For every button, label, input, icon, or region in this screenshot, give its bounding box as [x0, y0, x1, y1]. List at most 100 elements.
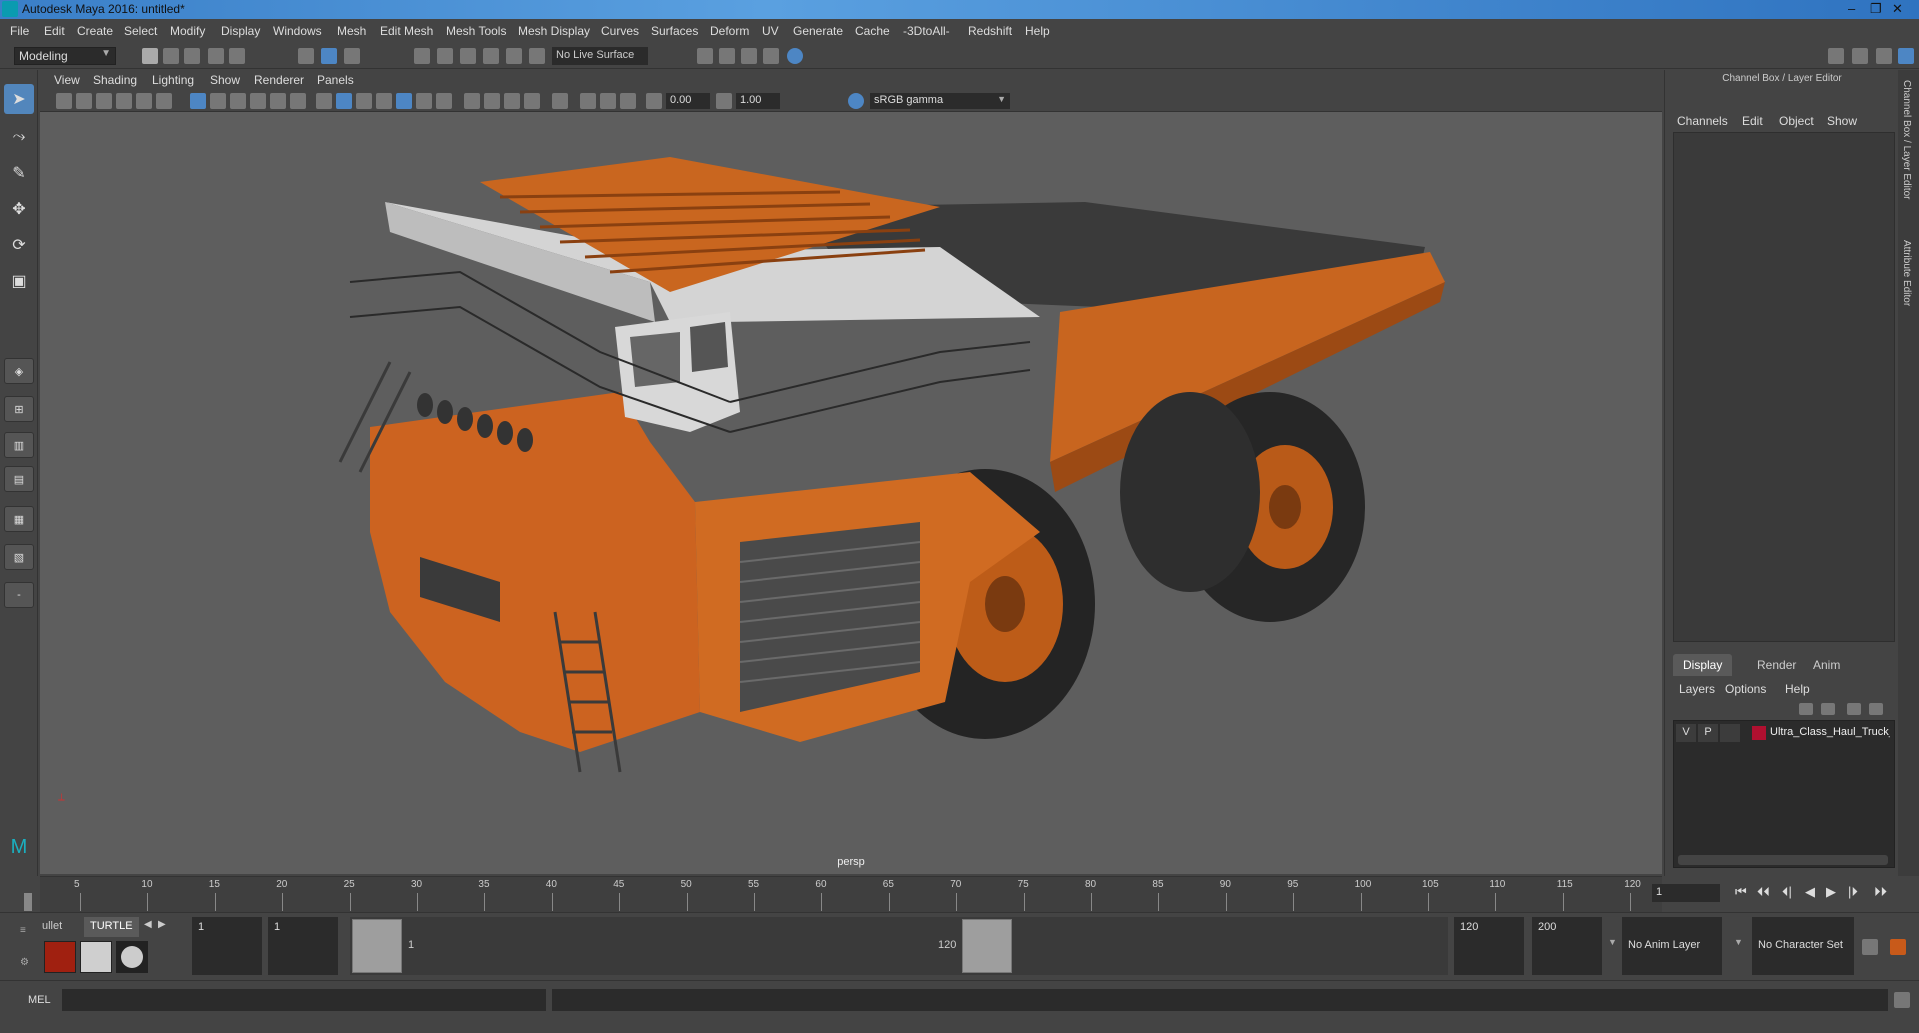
snap-curve-icon[interactable]	[437, 48, 453, 64]
current-time-marker[interactable]	[24, 893, 32, 911]
redo-icon[interactable]	[229, 48, 245, 64]
snap-live-icon[interactable]	[506, 48, 522, 64]
menu-mesh-tools[interactable]: Mesh Tools	[446, 24, 506, 38]
mode-select[interactable]: Modeling ▼	[14, 47, 116, 65]
menu-select[interactable]: Select	[124, 24, 157, 38]
snap-grid-icon[interactable]	[414, 48, 430, 64]
range-slider[interactable]: 1 120	[350, 917, 1448, 975]
menu-uv[interactable]: UV	[762, 24, 779, 38]
use-all-lights-icon[interactable]	[416, 93, 432, 109]
menu-display[interactable]: Display	[221, 24, 260, 38]
grease-pencil-icon[interactable]	[156, 93, 172, 109]
menu-file[interactable]: File	[10, 24, 29, 38]
scale-tool-icon[interactable]: ▣	[4, 266, 34, 296]
vp-menu-shading[interactable]: Shading	[93, 73, 137, 87]
layer-row[interactable]: V P Ultra_Class_Haul_Truck_D	[1676, 724, 1892, 742]
depth-of-field-icon[interactable]	[524, 93, 540, 109]
lasso-tool-icon[interactable]: ⤳	[4, 122, 34, 152]
camera-attributes-icon[interactable]	[76, 93, 92, 109]
move-tool-icon[interactable]: ✥	[4, 194, 34, 224]
shelf-scroll-right-icon[interactable]: ▶	[158, 919, 166, 930]
layer-list-scrollbar[interactable]	[1678, 855, 1888, 865]
menu-mesh[interactable]: Mesh	[337, 24, 366, 38]
shadows-icon[interactable]	[436, 93, 452, 109]
animation-start-field[interactable]: 1	[192, 917, 262, 975]
gamma-field[interactable]: 1.00	[736, 93, 780, 109]
playback-start-field[interactable]: 1	[268, 917, 338, 975]
custom-layout-icon[interactable]: -	[4, 582, 34, 608]
layer-playback-toggle[interactable]: P	[1698, 724, 1718, 742]
outliner-layout-icon[interactable]: ▧	[4, 544, 34, 570]
render-view-icon[interactable]	[719, 48, 735, 64]
perspective-viewport[interactable]: persp ⟂	[40, 112, 1662, 874]
four-view-layout-icon[interactable]: ⊞	[4, 396, 34, 422]
attribute-editor-toggle-icon[interactable]	[1852, 48, 1868, 64]
menu-create[interactable]: Create	[77, 24, 113, 38]
wireframe-on-shaded-icon[interactable]	[376, 93, 392, 109]
camera-select-icon[interactable]	[56, 93, 72, 109]
shelf-settings-icon[interactable]: ⚙	[20, 957, 29, 968]
view-transform-select[interactable]: sRGB gamma ▼	[870, 93, 1010, 109]
turtle-render-icon[interactable]	[44, 941, 76, 973]
minimize-button[interactable]: –	[1848, 1, 1855, 16]
step-forward-key-button[interactable]: ⏵⏵	[1874, 884, 1887, 900]
animation-end-field[interactable]: 200	[1532, 917, 1602, 975]
new-empty-layer-icon[interactable]	[1847, 703, 1861, 715]
vp-menu-show[interactable]: Show	[210, 73, 240, 87]
wireframe-icon[interactable]	[316, 93, 332, 109]
menu-mesh-display[interactable]: Mesh Display	[518, 24, 590, 38]
menu-options[interactable]: Options	[1725, 682, 1766, 696]
isolate-select-icon[interactable]	[552, 93, 568, 109]
turtle-bake-icon[interactable]	[80, 941, 112, 973]
animation-preferences-icon[interactable]	[1890, 939, 1906, 955]
menu-cache[interactable]: Cache	[855, 24, 890, 38]
snap-point-icon[interactable]	[460, 48, 476, 64]
menu-show[interactable]: Show	[1827, 114, 1857, 128]
step-back-frame-button[interactable]: ⏴|	[1782, 884, 1792, 900]
menu-surfaces[interactable]: Surfaces	[651, 24, 698, 38]
side-tab-channel-box[interactable]: Channel Box / Layer Editor	[1901, 80, 1912, 200]
menu-edit-mesh[interactable]: Edit Mesh	[380, 24, 433, 38]
undo-icon[interactable]	[208, 48, 224, 64]
character-set-select[interactable]: No Character Set	[1752, 917, 1854, 975]
layer-color-swatch[interactable]	[1752, 726, 1766, 740]
shelf-tab-bullet[interactable]: ullet	[36, 917, 68, 937]
shelf-menu-icon[interactable]: ≡	[20, 925, 26, 936]
select-tool-icon[interactable]: ➤	[4, 84, 34, 114]
maximize-button[interactable]: ❐	[1870, 1, 1882, 17]
time-slider[interactable]: 5 10 15 20 25 30 35 40 45 50 55 60 65 70 75 80 85 90 95 100…	[24, 876, 1662, 912]
menu-modify[interactable]: Modify	[170, 24, 205, 38]
channel-list[interactable]	[1673, 132, 1895, 642]
exposure-icon[interactable]	[646, 93, 662, 109]
ipr-render-icon[interactable]	[763, 48, 779, 64]
menu-windows[interactable]: Windows	[273, 24, 322, 38]
single-perspective-layout-icon[interactable]: ◈	[4, 358, 34, 384]
chevron-down-icon[interactable]: ▼	[1608, 937, 1617, 947]
step-back-key-button[interactable]: ⏴⏴	[1757, 884, 1770, 900]
step-forward-frame-button[interactable]: |⏵	[1848, 884, 1858, 900]
image-plane-icon[interactable]	[116, 93, 132, 109]
smooth-shade-icon[interactable]	[336, 93, 352, 109]
modeling-toolkit-icon[interactable]	[1828, 48, 1844, 64]
magnet-icon[interactable]	[529, 48, 545, 64]
vp-menu-lighting[interactable]: Lighting	[152, 73, 194, 87]
script-editor-icon[interactable]	[1894, 992, 1910, 1008]
save-scene-icon[interactable]	[184, 48, 200, 64]
move-layer-up-icon[interactable]	[1799, 703, 1813, 715]
new-layer-from-selected-icon[interactable]	[1869, 703, 1883, 715]
use-default-material-icon[interactable]	[356, 93, 372, 109]
resolution-gate-icon[interactable]	[230, 93, 246, 109]
close-button[interactable]: ✕	[1892, 1, 1903, 17]
layer-name[interactable]: Ultra_Class_Haul_Truck_D	[1770, 726, 1890, 738]
snap-view-plane-icon[interactable]	[483, 48, 499, 64]
safe-action-icon[interactable]	[290, 93, 306, 109]
tab-render[interactable]: Render	[1747, 654, 1806, 676]
auto-key-icon[interactable]	[1862, 939, 1878, 955]
bookmark-icon[interactable]	[96, 93, 112, 109]
open-scene-icon[interactable]	[163, 48, 179, 64]
go-to-start-button[interactable]: ⏮	[1735, 884, 1747, 900]
field-chart-icon[interactable]	[270, 93, 286, 109]
playback-end-field[interactable]: 120	[1454, 917, 1524, 975]
gate-mask-icon[interactable]	[250, 93, 266, 109]
turtle-sphere-icon[interactable]	[116, 941, 148, 973]
